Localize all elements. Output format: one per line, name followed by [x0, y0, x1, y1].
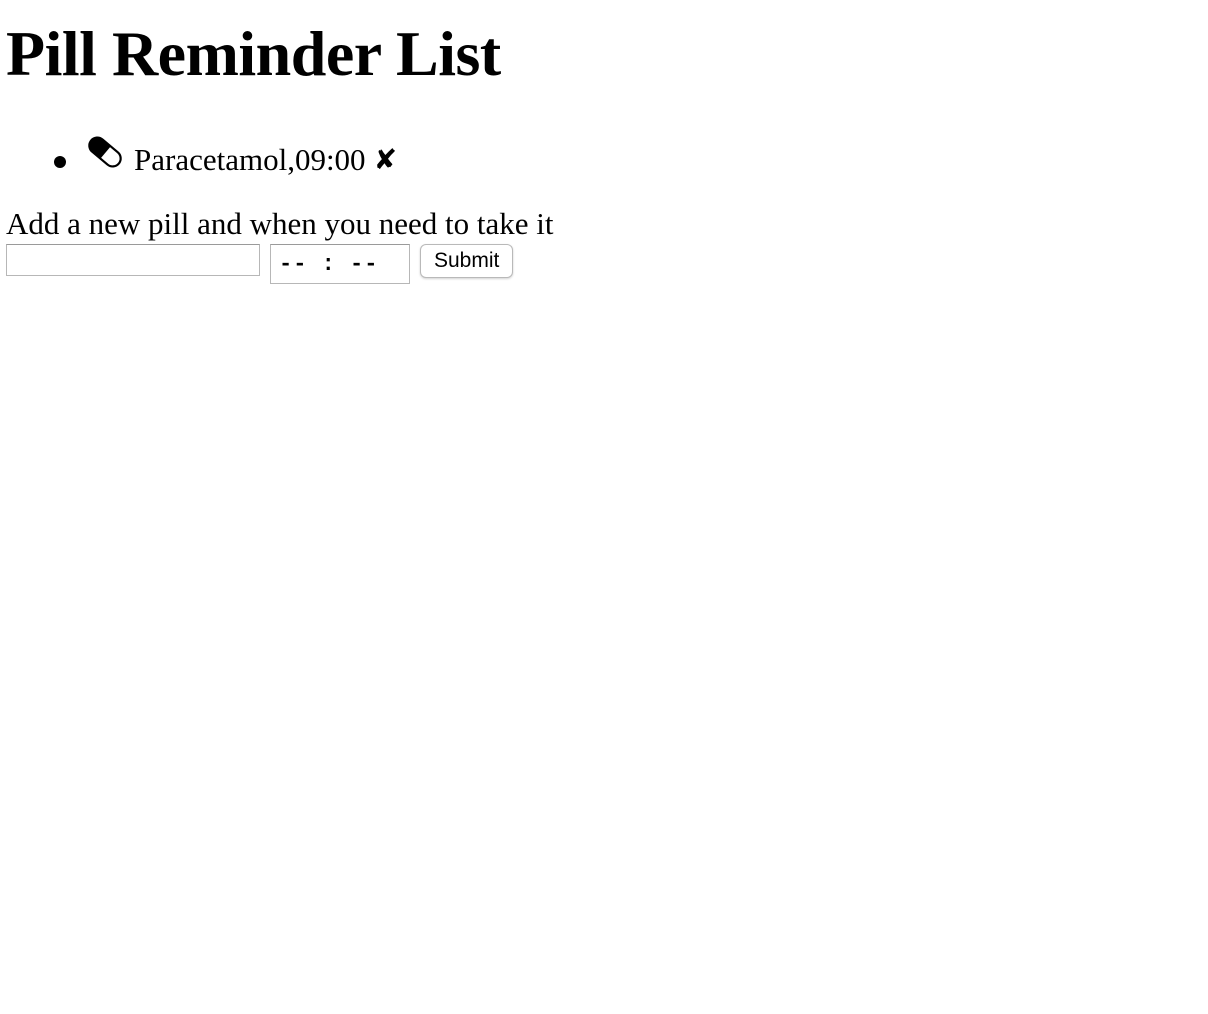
add-pill-form: -- : -- Submit — [6, 244, 1202, 284]
pill-name-input[interactable] — [6, 244, 260, 276]
page-title: Pill Reminder List — [6, 18, 501, 89]
time-placeholder: -- : -- — [279, 251, 379, 277]
list-item: Paracetamol,09:00 ✘ — [6, 136, 1202, 180]
pill-list: Paracetamol,09:00 ✘ — [6, 136, 1202, 180]
add-pill-label: Add a new pill and when you need to take… — [6, 206, 554, 241]
time-input[interactable]: -- : -- — [270, 244, 410, 284]
pill-text: Paracetamol,09:00 — [134, 142, 366, 177]
bullet — [54, 156, 66, 168]
pill-capsule-icon — [84, 131, 126, 173]
delete-icon[interactable]: ✘ — [374, 140, 397, 180]
submit-button[interactable]: Submit — [420, 244, 514, 278]
page: Pill Reminder List Paracetamol,09:00 ✘ A… — [0, 0, 1208, 284]
